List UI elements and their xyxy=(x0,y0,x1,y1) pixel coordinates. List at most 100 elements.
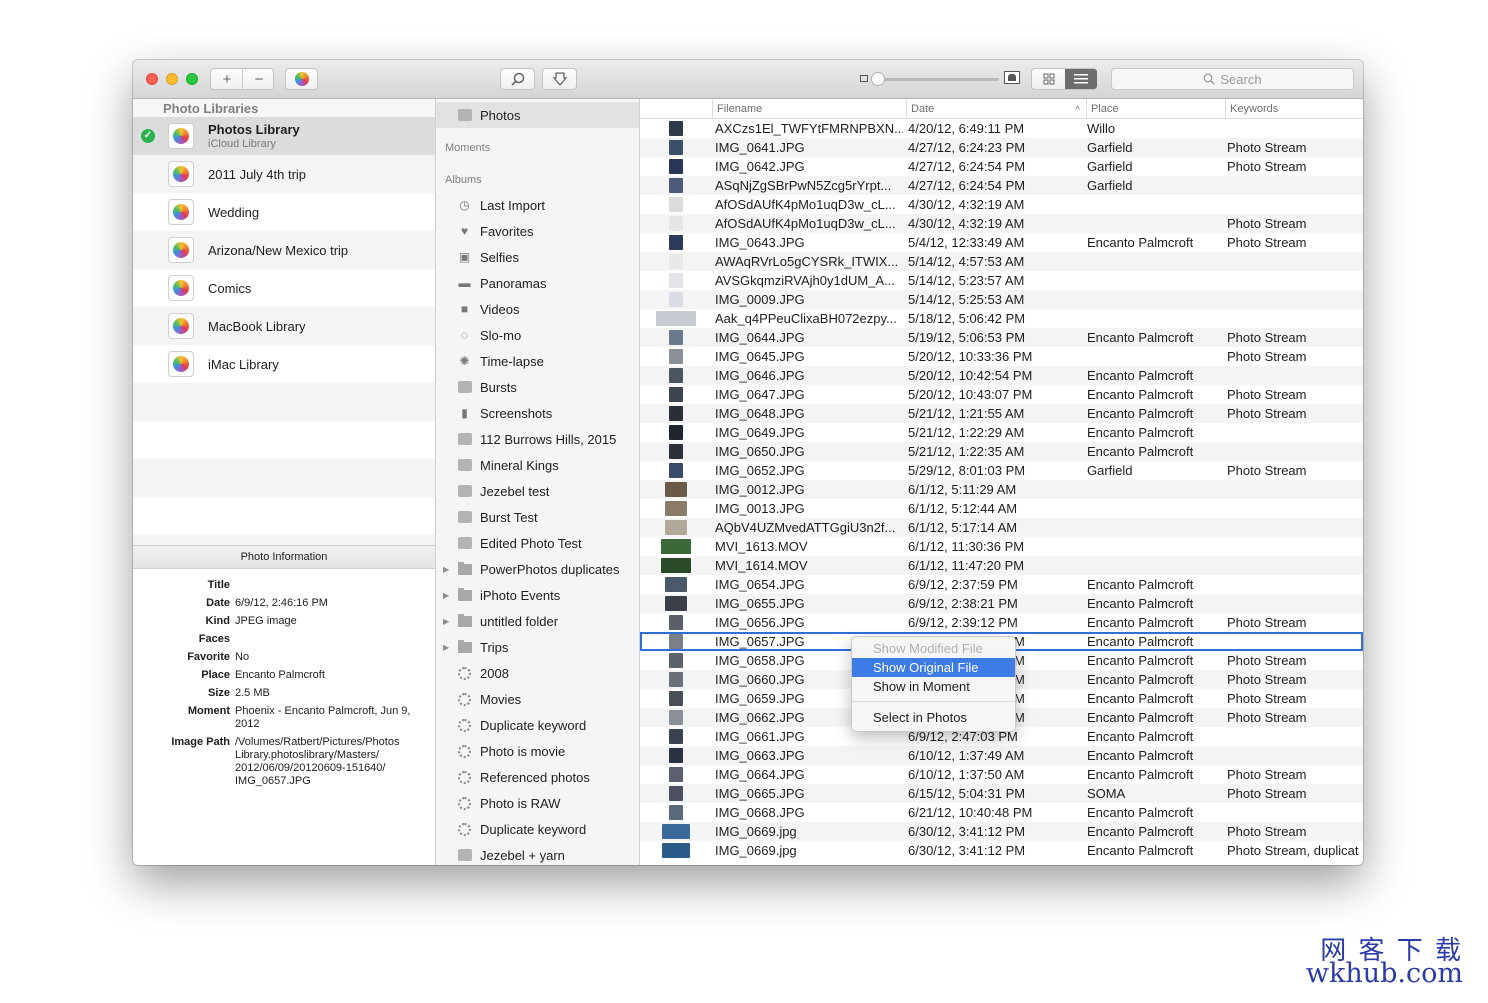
close-window-button[interactable] xyxy=(146,73,158,85)
table-row[interactable]: AfOSdAUfK4pMo1uqD3w_cL... 4/30/12, 4:32:1… xyxy=(640,195,1363,214)
list-view-button[interactable] xyxy=(1065,69,1097,89)
library-row[interactable]: Arizona/New Mexico trip xyxy=(133,231,435,269)
thumbnail-size-slider[interactable] xyxy=(877,78,999,81)
album-label: iPhoto Events xyxy=(480,587,561,603)
table-row[interactable]: IMG_0648.JPG 5/21/12, 1:21:55 AM Encanto P… xyxy=(640,404,1363,423)
album-item[interactable]: Jezebel test xyxy=(436,478,639,504)
minimize-window-button[interactable] xyxy=(166,73,178,85)
date-cell: 6/15/12, 5:04:31 PM xyxy=(908,786,1026,801)
photo-thumbnail xyxy=(669,254,683,269)
zoom-window-button[interactable] xyxy=(186,73,198,85)
table-row[interactable]: AXCzs1El_TWFYtFMRNPBXN... 4/20/12, 6:49:1… xyxy=(640,119,1363,138)
table-row[interactable]: IMG_0663.JPG 6/10/12, 1:37:49 AM Encanto P… xyxy=(640,746,1363,765)
album-item[interactable]: Edited Photo Test xyxy=(436,530,639,556)
date-cell: 5/21/12, 1:21:55 AM xyxy=(908,406,1025,421)
table-row[interactable]: IMG_0664.JPG 6/10/12, 1:37:50 AM Encanto P… xyxy=(640,765,1363,784)
library-row[interactable]: MacBook Library xyxy=(133,307,435,345)
table-row[interactable]: IMG_0650.JPG 5/21/12, 1:22:35 AM Encanto P… xyxy=(640,442,1363,461)
album-item[interactable]: Photo is movie xyxy=(436,738,639,764)
table-row[interactable]: AWAqRVrLo5gCYSRk_ITWIX... 5/14/12, 4:57:5… xyxy=(640,252,1363,271)
album-item[interactable]: Duplicate keyword xyxy=(436,712,639,738)
album-item[interactable]: ◷ Last Import xyxy=(436,192,639,218)
disclosure-triangle-icon[interactable]: ▶ xyxy=(443,591,449,600)
table-row[interactable]: IMG_0668.JPG 6/21/12, 10:40:48 PM Encanto … xyxy=(640,803,1363,822)
album-item[interactable]: Mineral Kings xyxy=(436,452,639,478)
table-row[interactable]: IMG_0643.JPG 5/4/12, 12:33:49 AM Encanto P… xyxy=(640,233,1363,252)
table-row[interactable]: AfOSdAUfK4pMo1uqD3w_cL... 4/30/12, 4:32:1… xyxy=(640,214,1363,233)
remove-library-button[interactable]: − xyxy=(243,71,275,88)
column-header-keywords[interactable]: Keywords xyxy=(1225,99,1363,118)
date-cell: 4/20/12, 6:49:11 PM xyxy=(908,121,1025,136)
photos-app-button[interactable] xyxy=(285,68,318,90)
disclosure-triangle-icon[interactable]: ▶ xyxy=(443,565,449,574)
keywords-cell: Photo Stream xyxy=(1227,767,1307,782)
table-row[interactable]: Aak_q4PPeuClixaBH072ezpy... 5/18/12, 5:06… xyxy=(640,309,1363,328)
table-row[interactable]: IMG_0669.jpg 6/30/12, 3:41:12 PM Encanto P… xyxy=(640,822,1363,841)
column-header-date[interactable]: Date ^ xyxy=(906,99,1086,118)
table-row[interactable]: IMG_0646.JPG 5/20/12, 10:42:54 PM Encanto … xyxy=(640,366,1363,385)
table-row[interactable]: IMG_0641.JPG 4/27/12, 6:24:23 PM Garfield P… xyxy=(640,138,1363,157)
album-photos[interactable]: Photos xyxy=(436,102,639,128)
album-item[interactable]: ▶ iPhoto Events xyxy=(436,582,639,608)
album-item[interactable]: Movies xyxy=(436,686,639,712)
add-library-button[interactable]: + xyxy=(211,71,243,88)
album-item[interactable]: Bursts xyxy=(436,374,639,400)
table-row[interactable]: MVI_1614.MOV 6/1/12, 11:47:20 PM xyxy=(640,556,1363,575)
library-row[interactable]: Comics xyxy=(133,269,435,307)
menu-item-select-in-photos[interactable]: Select in Photos xyxy=(852,708,1015,727)
album-item[interactable]: ■ Videos xyxy=(436,296,639,322)
album-item[interactable]: 2008 xyxy=(436,660,639,686)
column-header-filename[interactable]: Filename xyxy=(712,99,906,118)
album-item[interactable]: ✺ Time-lapse xyxy=(436,348,639,374)
table-row[interactable]: IMG_0665.JPG 6/15/12, 5:04:31 PM SOMA Photo… xyxy=(640,784,1363,803)
album-item[interactable]: ◌ Slo-mo xyxy=(436,322,639,348)
table-row[interactable]: IMG_0649.JPG 5/21/12, 1:22:29 AM Encanto P… xyxy=(640,423,1363,442)
album-item[interactable]: Burst Test xyxy=(436,504,639,530)
library-row[interactable]: Wedding xyxy=(133,193,435,231)
table-row[interactable]: IMG_0655.JPG 6/9/12, 2:38:21 PM Encanto Pa… xyxy=(640,594,1363,613)
library-row[interactable]: iMac Library xyxy=(133,345,435,383)
disclosure-triangle-icon[interactable]: ▶ xyxy=(443,617,449,626)
album-item[interactable]: Duplicate keyword xyxy=(436,816,639,842)
library-row[interactable]: ✓ Photos Library iCloud Library xyxy=(133,117,435,155)
table-row[interactable]: IMG_0642.JPG 4/27/12, 6:24:54 PM Garfield P… xyxy=(640,157,1363,176)
album-item[interactable]: 112 Burrows Hills, 2015 xyxy=(436,426,639,452)
table-row[interactable]: IMG_0652.JPG 5/29/12, 8:01:03 PM Garfield P… xyxy=(640,461,1363,480)
search-field[interactable]: Search xyxy=(1111,68,1354,90)
album-item[interactable]: Photo is RAW xyxy=(436,790,639,816)
table-row[interactable]: AVSGkqmziRVAjh0y1dUM_A... 5/14/12, 5:23:5… xyxy=(640,271,1363,290)
table-row[interactable]: ASqNjZgSBrPwN5Zcg5rYrpt... 4/27/12, 6:24:… xyxy=(640,176,1363,195)
album-item[interactable]: ▶ untitled folder xyxy=(436,608,639,634)
album-item[interactable]: ▬ Panoramas xyxy=(436,270,639,296)
table-row[interactable]: IMG_0012.JPG 6/1/12, 5:11:29 AM xyxy=(640,480,1363,499)
download-button[interactable] xyxy=(542,68,577,90)
table-row[interactable]: IMG_0644.JPG 5/19/12, 5:06:53 PM Encanto P… xyxy=(640,328,1363,347)
photo-thumbnail xyxy=(669,140,683,155)
album-item[interactable]: Referenced photos xyxy=(436,764,639,790)
table-row[interactable]: MVI_1613.MOV 6/1/12, 11:30:36 PM xyxy=(640,537,1363,556)
table-row[interactable]: IMG_0669.jpg 6/30/12, 3:41:12 PM Encanto P… xyxy=(640,841,1363,860)
album-item[interactable]: ▶ PowerPhotos duplicates xyxy=(436,556,639,582)
table-row[interactable]: IMG_0009.JPG 5/14/12, 5:25:53 AM xyxy=(640,290,1363,309)
find-button[interactable] xyxy=(500,68,535,90)
table-row[interactable]: AQbV4UZMvedATTGgiU3n2f... 6/1/12, 5:17:14… xyxy=(640,518,1363,537)
column-header-place[interactable]: Place xyxy=(1086,99,1225,118)
filename-cell: IMG_0669.jpg xyxy=(715,824,797,839)
album-item[interactable]: ▮ Screenshots xyxy=(436,400,639,426)
slider-knob[interactable] xyxy=(871,72,885,86)
menu-item-show-original-file[interactable]: Show Original File xyxy=(852,658,1015,677)
grid-view-button[interactable] xyxy=(1032,69,1065,89)
table-row[interactable]: IMG_0645.JPG 5/20/12, 10:33:36 PM Photo St… xyxy=(640,347,1363,366)
menu-item-show-in-moment[interactable]: Show in Moment xyxy=(852,677,1015,696)
photo-thumbnail xyxy=(665,482,687,497)
disclosure-triangle-icon[interactable]: ▶ xyxy=(443,643,449,652)
album-item[interactable]: ♥ Favorites xyxy=(436,218,639,244)
table-row[interactable]: IMG_0013.JPG 6/1/12, 5:12:44 AM xyxy=(640,499,1363,518)
table-row[interactable]: IMG_0656.JPG 6/9/12, 2:39:12 PM Encanto Pa… xyxy=(640,613,1363,632)
album-item[interactable]: ▣ Selfies xyxy=(436,244,639,270)
album-item[interactable]: Jezebel + yarn xyxy=(436,842,639,865)
table-row[interactable]: IMG_0647.JPG 5/20/12, 10:43:07 PM Encanto … xyxy=(640,385,1363,404)
library-row[interactable]: 2011 July 4th trip xyxy=(133,155,435,193)
album-item[interactable]: ▶ Trips xyxy=(436,634,639,660)
table-row[interactable]: IMG_0654.JPG 6/9/12, 2:37:59 PM Encanto Pa… xyxy=(640,575,1363,594)
